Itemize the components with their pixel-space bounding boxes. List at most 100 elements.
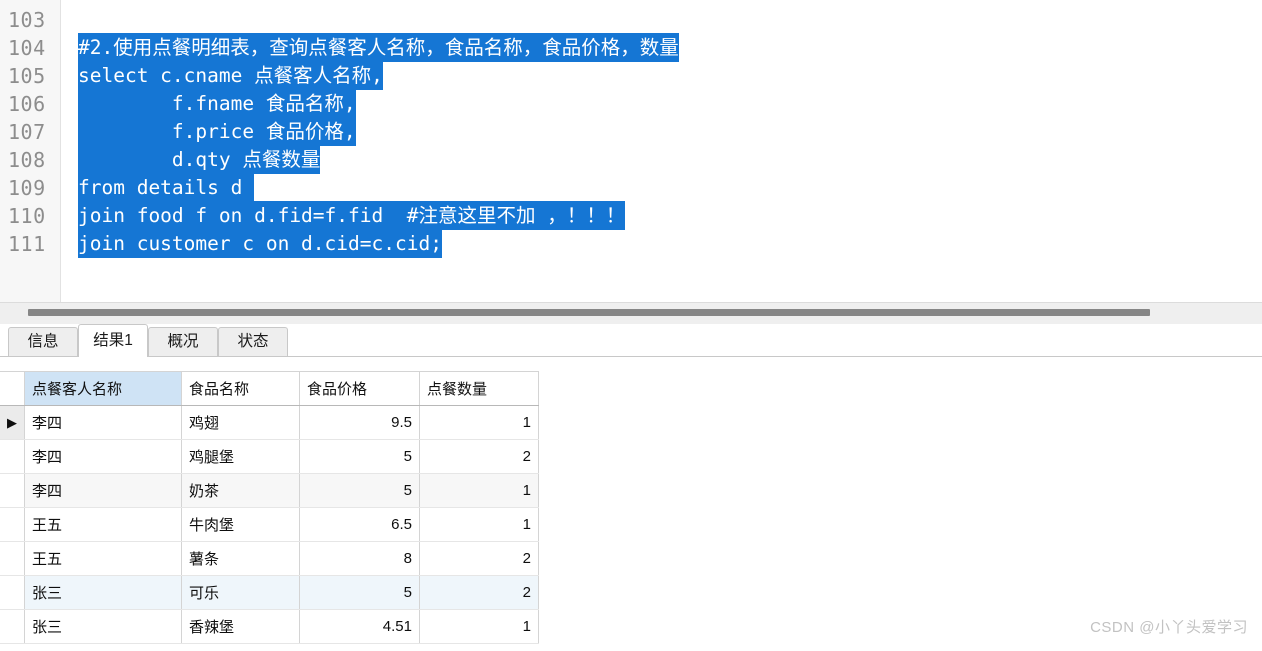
line-number: 110 xyxy=(8,204,46,228)
row-indicator-cell[interactable] xyxy=(0,439,25,474)
tab-label: 概况 xyxy=(167,333,199,350)
code-line-text[interactable]: join customer c on d.cid=c.cid; xyxy=(78,229,442,258)
code-line[interactable]: 106 f.fname 食品名称, xyxy=(0,89,1262,118)
code-line[interactable]: 108 d.qty 点餐数量 xyxy=(0,145,1262,174)
cell-2[interactable]: 可乐 xyxy=(181,575,300,610)
cell-2[interactable]: 香辣堡 xyxy=(181,609,300,644)
cell-4[interactable]: 2 xyxy=(419,541,539,576)
code-line-text[interactable]: select c.cname 点餐客人名称, xyxy=(78,61,383,90)
cell-1[interactable]: 张三 xyxy=(24,609,182,644)
column-header-4[interactable]: 点餐数量 xyxy=(419,371,539,406)
code-line-text[interactable]: f.price 食品价格, xyxy=(78,117,356,146)
cell-value: 6.5 xyxy=(391,516,412,533)
result-table-body[interactable]: ▶ 李四 鸡翅 9.5 1 李四 鸡腿堡 5 2 李四 奶茶 5 1 王五 牛肉堡 6.5 1 王五 薯条 8 2 张三可… xyxy=(0,405,539,644)
tab-2[interactable]: 结果1 xyxy=(78,324,148,357)
code-line[interactable]: 107 f.price 食品价格, xyxy=(0,117,1262,146)
cell-1[interactable]: 张三 xyxy=(24,575,182,610)
sql-code-editor[interactable]: 103 104 #2.使用点餐明细表，查询点餐客人名称，食品名称，食品价格，数量 10… xyxy=(0,0,1262,302)
cell-value: 4.51 xyxy=(382,618,412,635)
row-indicator-cell[interactable] xyxy=(0,609,25,644)
code-line[interactable]: 104 #2.使用点餐明细表，查询点餐客人名称，食品名称，食品价格，数量 xyxy=(0,33,1262,62)
code-line-text[interactable]: join food f on d.fid=f.fid #注意这里不加 ，！！！ xyxy=(78,201,626,230)
table-row[interactable]: 张三 可乐 5 2 xyxy=(0,575,539,610)
cell-3[interactable]: 5 xyxy=(299,473,420,508)
code-line-text[interactable]: #2.使用点餐明细表，查询点餐客人名称，食品名称，食品价格，数量 xyxy=(78,33,679,62)
table-row[interactable]: 王五 牛肉堡 6.5 1 xyxy=(0,507,539,542)
cell-value: 9.5 xyxy=(391,414,412,431)
cell-2[interactable]: 奶茶 xyxy=(181,473,300,508)
cell-3[interactable]: 5 xyxy=(299,575,420,610)
cell-4[interactable]: 2 xyxy=(419,439,539,474)
row-indicator-cell[interactable] xyxy=(0,541,25,576)
cell-3[interactable]: 8 xyxy=(299,541,420,576)
cell-3[interactable]: 4.51 xyxy=(299,609,420,644)
cell-value: 鸡腿堡 xyxy=(189,449,235,466)
cell-1[interactable]: 王五 xyxy=(24,541,182,576)
line-number: 105 xyxy=(8,64,46,88)
cell-4[interactable]: 1 xyxy=(419,405,539,440)
cell-value: 5 xyxy=(403,482,412,499)
code-line[interactable]: 103 xyxy=(0,6,1262,34)
tab-4[interactable]: 状态 xyxy=(218,327,288,356)
table-row[interactable]: 李四 鸡腿堡 5 2 xyxy=(0,439,539,474)
cell-1[interactable]: 李四 xyxy=(24,439,182,474)
row-indicator-cell[interactable] xyxy=(0,473,25,508)
column-header-label: 点餐数量 xyxy=(427,381,488,398)
cell-value: 王五 xyxy=(32,517,63,534)
code-line[interactable]: 111 join customer c on d.cid=c.cid; xyxy=(0,229,1262,258)
result-table[interactable]: 点餐客人名称 食品名称 食品价格 点餐数量 ▶ 李四 鸡翅 9.5 1 李四 鸡腿堡 5 2 李四 奶茶 5… xyxy=(0,371,539,644)
cell-value: 5 xyxy=(403,448,412,465)
tab-1[interactable]: 信息 xyxy=(8,327,78,356)
line-number: 111 xyxy=(8,232,46,256)
code-lines-container[interactable]: 103 104 #2.使用点餐明细表，查询点餐客人名称，食品名称，食品价格，数量 10… xyxy=(0,6,1262,258)
cell-4[interactable]: 1 xyxy=(419,609,539,644)
tab-3[interactable]: 概况 xyxy=(148,327,218,356)
cell-4[interactable]: 1 xyxy=(419,473,539,508)
cell-2[interactable]: 薯条 xyxy=(181,541,300,576)
cell-4[interactable]: 2 xyxy=(419,575,539,610)
code-line-text[interactable]: f.fname 食品名称, xyxy=(78,89,356,118)
row-indicator-cell[interactable] xyxy=(0,575,25,610)
cell-1[interactable]: 李四 xyxy=(24,473,182,508)
result-grid-panel[interactable]: 点餐客人名称 食品名称 食品价格 点餐数量 ▶ 李四 鸡翅 9.5 1 李四 鸡腿堡 5 2 李四 奶茶 5… xyxy=(0,357,1262,651)
cell-value: 2 xyxy=(522,448,531,465)
cell-value: 2 xyxy=(522,584,531,601)
cell-value: 1 xyxy=(522,414,531,431)
cell-value: 奶茶 xyxy=(189,483,220,500)
cell-1[interactable]: 李四 xyxy=(24,405,182,440)
table-row[interactable]: 李四 奶茶 5 1 xyxy=(0,473,539,508)
scrollbar-thumb[interactable] xyxy=(28,309,1150,316)
code-line-text[interactable]: from details d xyxy=(78,173,255,202)
current-row-marker-icon: ▶ xyxy=(7,415,17,430)
code-line[interactable]: 110 join food f on d.fid=f.fid #注意这里不加 ，！… xyxy=(0,201,1262,230)
cell-value: 2 xyxy=(522,550,531,567)
tab-label: 结果1 xyxy=(93,332,133,349)
row-indicator-cell[interactable]: ▶ xyxy=(0,405,25,440)
code-line[interactable]: 105 select c.cname 点餐客人名称, xyxy=(0,61,1262,90)
table-row[interactable]: ▶ 李四 鸡翅 9.5 1 xyxy=(0,405,539,440)
code-line-text[interactable]: d.qty 点餐数量 xyxy=(78,145,321,174)
cell-3[interactable]: 9.5 xyxy=(299,405,420,440)
cell-value: 王五 xyxy=(32,551,63,568)
cell-2[interactable]: 鸡腿堡 xyxy=(181,439,300,474)
cell-value: 薯条 xyxy=(189,551,220,568)
row-indicator-cell[interactable] xyxy=(0,507,25,542)
cell-value: 张三 xyxy=(32,585,63,602)
editor-horizontal-scrollbar[interactable] xyxy=(0,302,1262,325)
cell-2[interactable]: 鸡翅 xyxy=(181,405,300,440)
cell-2[interactable]: 牛肉堡 xyxy=(181,507,300,542)
result-panel-tabbar[interactable]: 信息 结果1 概况 状态 xyxy=(0,324,1262,357)
column-header-1[interactable]: 点餐客人名称 xyxy=(24,371,182,406)
column-header-3[interactable]: 食品价格 xyxy=(299,371,420,406)
table-row[interactable]: 王五 薯条 8 2 xyxy=(0,541,539,576)
tab-label: 信息 xyxy=(27,333,59,350)
line-number: 104 xyxy=(8,36,46,60)
cell-3[interactable]: 6.5 xyxy=(299,507,420,542)
table-row[interactable]: 张三 香辣堡 4.51 1 xyxy=(0,609,539,644)
code-line[interactable]: 109 from details d xyxy=(0,173,1262,202)
cell-value: 1 xyxy=(522,618,531,635)
cell-4[interactable]: 1 xyxy=(419,507,539,542)
cell-3[interactable]: 5 xyxy=(299,439,420,474)
column-header-2[interactable]: 食品名称 xyxy=(181,371,300,406)
cell-1[interactable]: 王五 xyxy=(24,507,182,542)
